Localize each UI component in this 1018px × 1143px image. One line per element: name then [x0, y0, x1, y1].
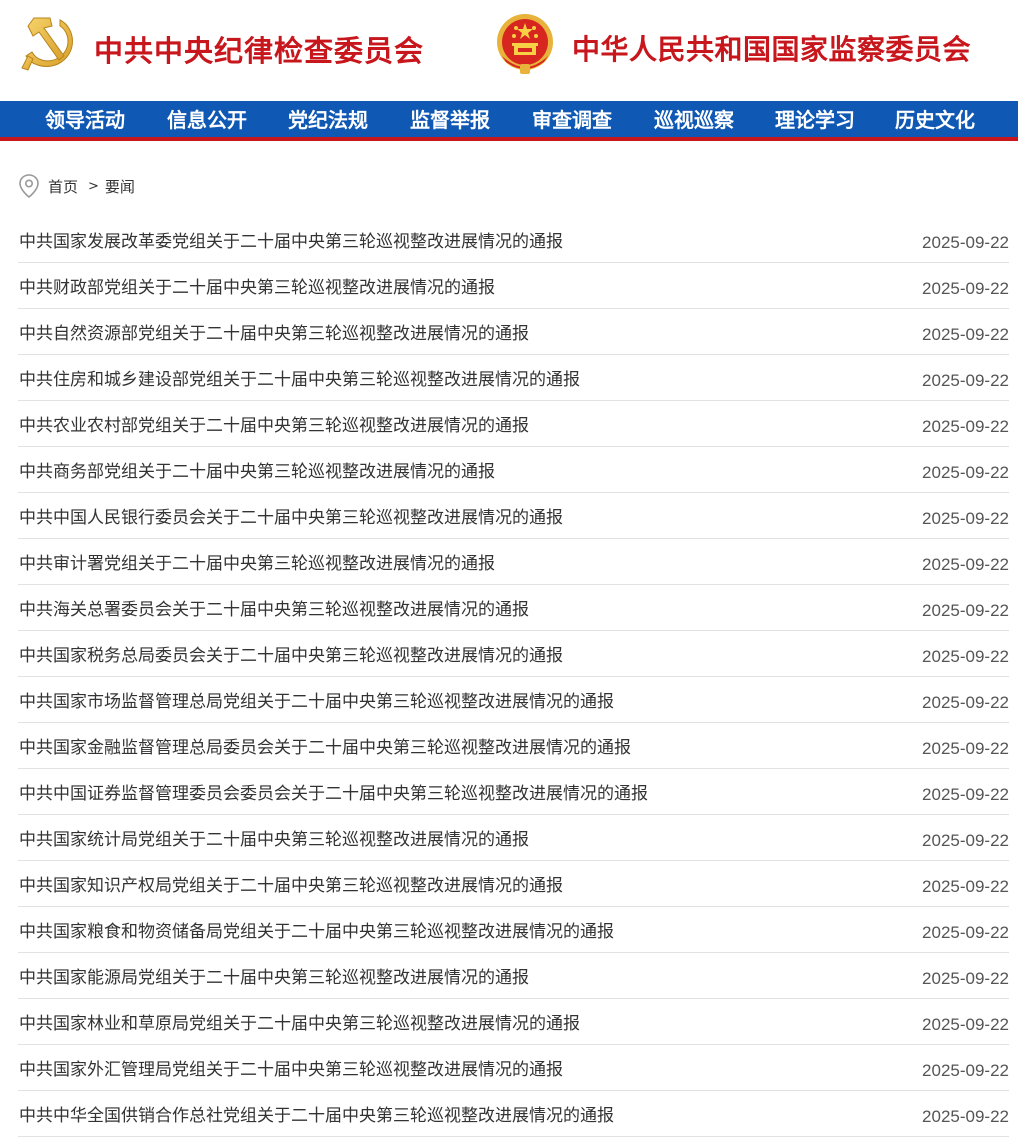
article-title-link[interactable]: 中共农业农村部党组关于二十届中央第三轮巡视整改进展情况的通报 [19, 411, 529, 436]
list-item: 中共审计署党组关于二十届中央第三轮巡视整改进展情况的通报 2025-09-22 [18, 539, 1009, 585]
article-title-link[interactable]: 中共国家市场监督管理总局党组关于二十届中央第三轮巡视整改进展情况的通报 [19, 687, 614, 712]
party-title[interactable]: 中共中央纪律检查委员会 [94, 28, 424, 70]
list-item: 中共农业农村部党组关于二十届中央第三轮巡视整改进展情况的通报 2025-09-22 [18, 401, 1009, 447]
nav-item-report[interactable]: 监督举报 [410, 101, 490, 141]
article-date: 2025-09-22 [922, 1061, 1009, 1080]
list-item: 中共住房和城乡建设部党组关于二十届中央第三轮巡视整改进展情况的通报 2025-09… [18, 355, 1009, 401]
list-item: 中共国家金融监督管理总局委员会关于二十届中央第三轮巡视整改进展情况的通报 2025… [18, 723, 1009, 769]
article-date: 2025-09-22 [922, 969, 1009, 988]
article-date: 2025-09-22 [922, 785, 1009, 804]
nav-item-leadership[interactable]: 领导活动 [45, 101, 125, 141]
article-date: 2025-09-22 [922, 831, 1009, 850]
article-list: 中共国家发展改革委党组关于二十届中央第三轮巡视整改进展情况的通报 2025-09-… [18, 217, 1009, 1137]
article-date: 2025-09-22 [922, 647, 1009, 666]
national-emblem-icon[interactable] [494, 12, 556, 76]
breadcrumb: 首页 > 要闻 [18, 172, 135, 200]
article-title-link[interactable]: 中共自然资源部党组关于二十届中央第三轮巡视整改进展情况的通报 [19, 319, 529, 344]
list-item: 中共商务部党组关于二十届中央第三轮巡视整改进展情况的通报 2025-09-22 [18, 447, 1009, 493]
list-item: 中共海关总署委员会关于二十届中央第三轮巡视整改进展情况的通报 2025-09-22 [18, 585, 1009, 631]
article-date: 2025-09-22 [922, 509, 1009, 528]
article-title-link[interactable]: 中共国家知识产权局党组关于二十届中央第三轮巡视整改进展情况的通报 [19, 871, 563, 896]
article-date: 2025-09-22 [922, 1107, 1009, 1126]
list-item: 中共国家知识产权局党组关于二十届中央第三轮巡视整改进展情况的通报 2025-09-… [18, 861, 1009, 907]
nav-item-investigation[interactable]: 审查调查 [532, 101, 612, 141]
article-date: 2025-09-22 [922, 417, 1009, 436]
list-item: 中共自然资源部党组关于二十届中央第三轮巡视整改进展情况的通报 2025-09-22 [18, 309, 1009, 355]
article-date: 2025-09-22 [922, 371, 1009, 390]
article-date: 2025-09-22 [922, 923, 1009, 942]
breadcrumb-home-link[interactable]: 首页 [48, 176, 78, 197]
article-date: 2025-09-22 [922, 739, 1009, 758]
article-title-link[interactable]: 中共国家林业和草原局党组关于二十届中央第三轮巡视整改进展情况的通报 [19, 1009, 580, 1034]
article-title-link[interactable]: 中共财政部党组关于二十届中央第三轮巡视整改进展情况的通报 [19, 273, 495, 298]
article-title-link[interactable]: 中共商务部党组关于二十届中央第三轮巡视整改进展情况的通报 [19, 457, 495, 482]
nav-item-disclosure[interactable]: 信息公开 [167, 101, 247, 141]
site-header: 中共中央纪律检查委员会 中华人民共和国国家监察委员会 [0, 0, 1018, 101]
article-title-link[interactable]: 中共中国人民银行委员会关于二十届中央第三轮巡视整改进展情况的通报 [19, 503, 563, 528]
article-title-link[interactable]: 中共国家粮食和物资储备局党组关于二十届中央第三轮巡视整改进展情况的通报 [19, 917, 614, 942]
breadcrumb-current: 要闻 [104, 177, 135, 196]
article-title-link[interactable]: 中共国家金融监督管理总局委员会关于二十届中央第三轮巡视整改进展情况的通报 [19, 733, 631, 758]
article-title-link[interactable]: 中共中华全国供销合作总社党组关于二十届中央第三轮巡视整改进展情况的通报 [19, 1101, 614, 1126]
nav-item-history[interactable]: 历史文化 [895, 101, 975, 141]
article-date: 2025-09-22 [922, 601, 1009, 620]
location-pin-icon [19, 174, 39, 199]
list-item: 中共国家税务总局委员会关于二十届中央第三轮巡视整改进展情况的通报 2025-09-… [18, 631, 1009, 677]
article-title-link[interactable]: 中共国家能源局党组关于二十届中央第三轮巡视整改进展情况的通报 [19, 963, 529, 988]
article-title-link[interactable]: 中共国家外汇管理局党组关于二十届中央第三轮巡视整改进展情况的通报 [19, 1055, 563, 1080]
main-nav: 领导活动 信息公开 党纪法规 监督举报 审查调查 巡视巡察 理论学习 历史文化 [0, 101, 1018, 141]
article-date: 2025-09-22 [922, 555, 1009, 574]
nav-item-theory[interactable]: 理论学习 [775, 101, 855, 141]
list-item: 中共国家市场监督管理总局党组关于二十届中央第三轮巡视整改进展情况的通报 2025-… [18, 677, 1009, 723]
article-date: 2025-09-22 [922, 279, 1009, 298]
article-title-link[interactable]: 中共住房和城乡建设部党组关于二十届中央第三轮巡视整改进展情况的通报 [19, 365, 580, 390]
article-date: 2025-09-22 [922, 325, 1009, 344]
article-date: 2025-09-22 [922, 1015, 1009, 1034]
list-item: 中共国家粮食和物资储备局党组关于二十届中央第三轮巡视整改进展情况的通报 2025-… [18, 907, 1009, 953]
list-item: 中共中国证券监督管理委员会委员会关于二十届中央第三轮巡视整改进展情况的通报 202… [18, 769, 1009, 815]
article-title-link[interactable]: 中共海关总署委员会关于二十届中央第三轮巡视整改进展情况的通报 [19, 595, 529, 620]
hammer-sickle-emblem-icon[interactable] [20, 12, 80, 74]
article-title-link[interactable]: 中共国家税务总局委员会关于二十届中央第三轮巡视整改进展情况的通报 [19, 641, 563, 666]
list-item: 中共中国人民银行委员会关于二十届中央第三轮巡视整改进展情况的通报 2025-09-… [18, 493, 1009, 539]
list-item: 中共国家能源局党组关于二十届中央第三轮巡视整改进展情况的通报 2025-09-22 [18, 953, 1009, 999]
article-date: 2025-09-22 [922, 693, 1009, 712]
list-item: 中共国家林业和草原局党组关于二十届中央第三轮巡视整改进展情况的通报 2025-09… [18, 999, 1009, 1045]
article-date: 2025-09-22 [922, 233, 1009, 252]
list-item: 中共国家统计局党组关于二十届中央第三轮巡视整改进展情况的通报 2025-09-22 [18, 815, 1009, 861]
state-title[interactable]: 中华人民共和国国家监察委员会 [572, 28, 971, 68]
list-item: 中共中华全国供销合作总社党组关于二十届中央第三轮巡视整改进展情况的通报 2025-… [18, 1091, 1009, 1137]
list-item: 中共国家发展改革委党组关于二十届中央第三轮巡视整改进展情况的通报 2025-09-… [18, 217, 1009, 263]
article-title-link[interactable]: 中共审计署党组关于二十届中央第三轮巡视整改进展情况的通报 [19, 549, 495, 574]
nav-item-regulations[interactable]: 党纪法规 [288, 101, 368, 141]
nav-item-inspection[interactable]: 巡视巡察 [654, 101, 734, 141]
article-date: 2025-09-22 [922, 463, 1009, 482]
breadcrumb-separator: > [88, 178, 99, 194]
article-title-link[interactable]: 中共国家统计局党组关于二十届中央第三轮巡视整改进展情况的通报 [19, 825, 529, 850]
list-item: 中共国家外汇管理局党组关于二十届中央第三轮巡视整改进展情况的通报 2025-09-… [18, 1045, 1009, 1091]
nav-items: 领导活动 信息公开 党纪法规 监督举报 审查调查 巡视巡察 理论学习 历史文化 [0, 101, 1018, 141]
article-title-link[interactable]: 中共中国证券监督管理委员会委员会关于二十届中央第三轮巡视整改进展情况的通报 [19, 779, 648, 804]
article-title-link[interactable]: 中共国家发展改革委党组关于二十届中央第三轮巡视整改进展情况的通报 [19, 227, 563, 252]
list-item: 中共财政部党组关于二十届中央第三轮巡视整改进展情况的通报 2025-09-22 [18, 263, 1009, 309]
article-date: 2025-09-22 [922, 877, 1009, 896]
